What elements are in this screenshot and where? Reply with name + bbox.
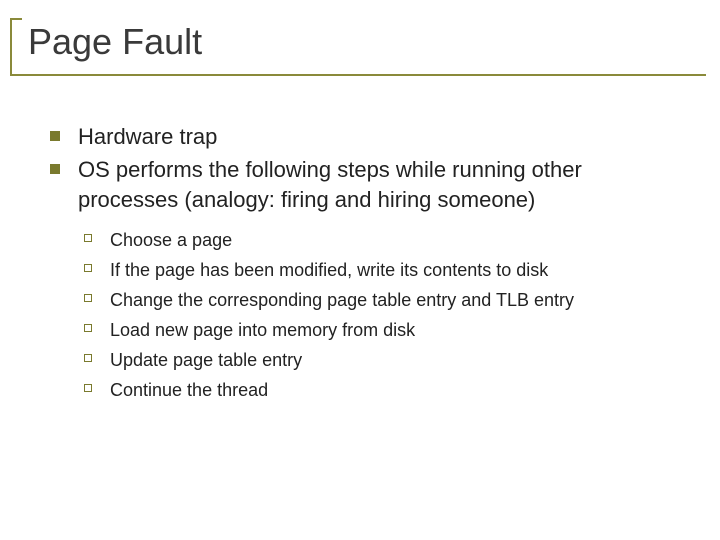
sub-bullet-item: If the page has been modified, write its… [84,257,680,283]
sub-bullet-text: If the page has been modified, write its… [110,260,548,280]
sub-bullet-item: Continue the thread [84,377,680,403]
bullet-text: OS performs the following steps while ru… [78,157,582,212]
bullet-item: OS performs the following steps while ru… [50,155,680,403]
sub-bullet-text: Update page table entry [110,350,302,370]
hollow-square-bullet-icon [84,294,92,302]
title-rule-bottom [10,74,706,76]
slide-title: Page Fault [28,22,720,62]
sub-bullet-list: Choose a page If the page has been modif… [84,227,680,404]
sub-bullet-item: Load new page into memory from disk [84,317,680,343]
sub-bullet-text: Choose a page [110,230,232,250]
sub-bullet-text: Change the corresponding page table entr… [110,290,574,310]
slide: Page Fault Hardware trap OS performs the… [0,0,720,540]
title-rule-left [10,18,12,74]
hollow-square-bullet-icon [84,264,92,272]
sub-bullet-item: Change the corresponding page table entr… [84,287,680,313]
square-bullet-icon [50,164,60,174]
hollow-square-bullet-icon [84,324,92,332]
title-area: Page Fault [0,0,720,72]
sub-bullet-text: Continue the thread [110,380,268,400]
hollow-square-bullet-icon [84,234,92,242]
hollow-square-bullet-icon [84,354,92,362]
hollow-square-bullet-icon [84,384,92,392]
sub-bullet-text: Load new page into memory from disk [110,320,415,340]
sub-bullet-item: Update page table entry [84,347,680,373]
square-bullet-icon [50,131,60,141]
sub-bullet-item: Choose a page [84,227,680,253]
bullet-text: Hardware trap [78,124,217,149]
bullet-item: Hardware trap [50,122,680,152]
bullet-list: Hardware trap OS performs the following … [50,122,680,404]
slide-body: Hardware trap OS performs the following … [0,72,720,404]
